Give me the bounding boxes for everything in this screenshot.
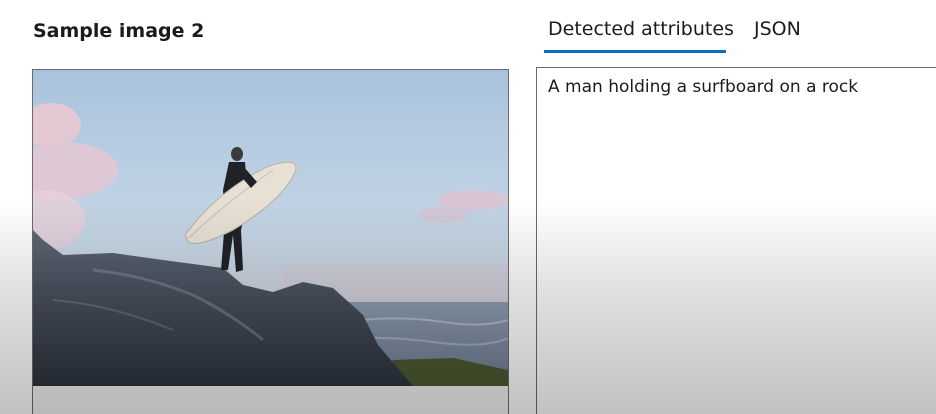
tab-detected-attributes[interactable]: Detected attributes: [548, 18, 734, 40]
page: Sample image 2 Detected attributes JSON …: [0, 0, 936, 414]
detected-caption: A man holding a surfboard on a rock: [548, 77, 859, 97]
active-tab-indicator: [544, 50, 726, 53]
tab-json[interactable]: JSON: [754, 18, 801, 40]
result-panel: A man holding a surfboard on a rock: [536, 67, 936, 414]
surfer-photo: [33, 70, 508, 386]
sample-image-frame: [32, 69, 509, 414]
sample-image-title: Sample image 2: [33, 20, 205, 42]
